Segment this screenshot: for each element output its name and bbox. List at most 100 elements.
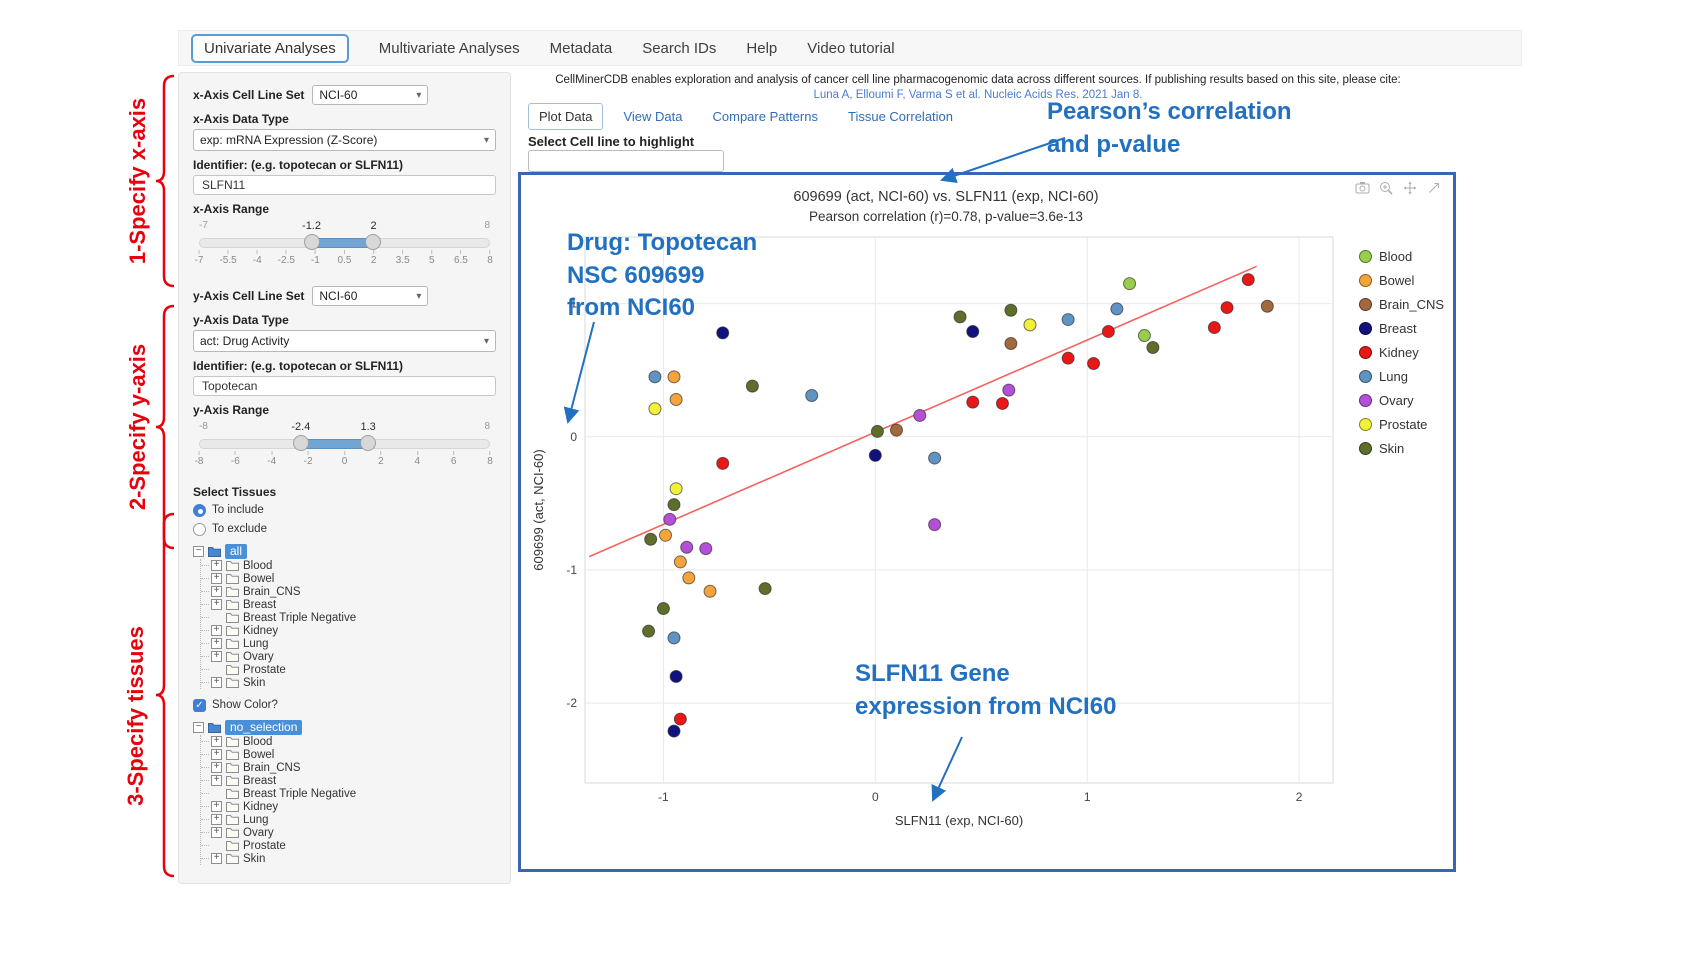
point-breast[interactable] <box>670 670 682 682</box>
x-cell-line-set-select[interactable]: NCI-60 ▾ <box>312 85 428 105</box>
nav-tab-video-tutorial[interactable]: Video tutorial <box>807 40 894 57</box>
expand-icon[interactable]: + <box>211 599 222 610</box>
tree-item-skin[interactable]: +Skin <box>201 852 496 865</box>
expand-icon[interactable]: + <box>211 749 222 760</box>
collapse-icon[interactable]: − <box>193 722 204 733</box>
tree-item-kidney[interactable]: +Kidney <box>201 624 496 637</box>
slider-handle-high[interactable] <box>360 435 376 451</box>
tab-tissue-correlation[interactable]: Tissue Correlation <box>838 104 963 129</box>
tree-item-blood[interactable]: +Blood <box>201 559 496 572</box>
autoscale-icon[interactable] <box>1427 181 1443 197</box>
point-bowel[interactable] <box>674 556 686 568</box>
point-breast[interactable] <box>967 326 979 338</box>
expand-icon[interactable]: + <box>211 677 222 688</box>
tab-plot-data[interactable]: Plot Data <box>528 103 603 130</box>
camera-icon[interactable] <box>1355 181 1371 197</box>
y-cell-line-set-select[interactable]: NCI-60 ▾ <box>312 286 428 306</box>
pan-icon[interactable] <box>1403 181 1419 197</box>
point-ovary[interactable] <box>681 541 693 553</box>
tree-item-skin[interactable]: +Skin <box>201 676 496 689</box>
legend-item-lung[interactable]: Lung <box>1359 369 1444 384</box>
point-prostate[interactable] <box>649 403 661 415</box>
point-kidney[interactable] <box>1102 326 1114 338</box>
expand-icon[interactable]: + <box>211 801 222 812</box>
slider-handle-high[interactable] <box>365 234 381 250</box>
expand-icon[interactable]: + <box>211 762 222 773</box>
expand-icon[interactable]: + <box>211 814 222 825</box>
expand-icon[interactable]: + <box>211 586 222 597</box>
zoom-in-icon[interactable] <box>1379 181 1395 197</box>
radio-to-include[interactable]: To include <box>193 502 496 518</box>
expand-icon[interactable]: + <box>211 625 222 636</box>
tree-item-ovary[interactable]: +Ovary <box>201 826 496 839</box>
y-identifier-input[interactable] <box>193 376 496 396</box>
point-kidney[interactable] <box>1062 352 1074 364</box>
expand-icon[interactable]: + <box>211 827 222 838</box>
expand-icon[interactable]: + <box>211 638 222 649</box>
point-blood[interactable] <box>1138 330 1150 342</box>
tree-item-breast[interactable]: +Breast <box>201 774 496 787</box>
point-kidney[interactable] <box>996 397 1008 409</box>
nav-tab-help[interactable]: Help <box>746 40 777 57</box>
point-brain-cns[interactable] <box>890 424 902 436</box>
point-lung[interactable] <box>668 632 680 644</box>
tree-item-bowel[interactable]: +Bowel <box>201 748 496 761</box>
point-skin[interactable] <box>759 583 771 595</box>
legend-item-blood[interactable]: Blood <box>1359 249 1444 264</box>
point-ovary[interactable] <box>664 513 676 525</box>
show-color-checkbox[interactable]: ✓ Show Color? <box>193 697 496 713</box>
tree-item-prostate[interactable]: Prostate <box>201 839 496 852</box>
point-lung[interactable] <box>1062 314 1074 326</box>
tree-item-brain-cns[interactable]: +Brain_CNS <box>201 761 496 774</box>
point-skin[interactable] <box>668 499 680 511</box>
point-ovary[interactable] <box>1003 384 1015 396</box>
expand-icon[interactable]: + <box>211 573 222 584</box>
legend-item-skin[interactable]: Skin <box>1359 441 1444 456</box>
point-prostate[interactable] <box>1024 319 1036 331</box>
tree-item-prostate[interactable]: Prostate <box>201 663 496 676</box>
point-kidney[interactable] <box>1242 274 1254 286</box>
point-lung[interactable] <box>649 371 661 383</box>
point-skin[interactable] <box>871 425 883 437</box>
expand-icon[interactable]: + <box>211 775 222 786</box>
citation-link[interactable]: Luna A, Elloumi F, Varma S et al. Nuclei… <box>528 89 1428 101</box>
tree-item-breast-triple-negative[interactable]: Breast Triple Negative <box>201 787 496 800</box>
legend-item-kidney[interactable]: Kidney <box>1359 345 1444 360</box>
point-ovary[interactable] <box>929 519 941 531</box>
legend-item-breast[interactable]: Breast <box>1359 321 1444 336</box>
legend-item-prostate[interactable]: Prostate <box>1359 417 1444 432</box>
tree-item-breast-triple-negative[interactable]: Breast Triple Negative <box>201 611 496 624</box>
expand-icon[interactable]: + <box>211 853 222 864</box>
point-brain-cns[interactable] <box>1005 338 1017 350</box>
x-range-slider[interactable]: -78-1.22-7-5.5-4-2.5-10.523.556.58 <box>199 220 490 272</box>
y-data-type-select[interactable]: act: Drug Activity ▾ <box>193 330 496 352</box>
point-lung[interactable] <box>929 452 941 464</box>
expand-icon[interactable]: + <box>211 560 222 571</box>
tree-item-ovary[interactable]: +Ovary <box>201 650 496 663</box>
tree-item-kidney[interactable]: +Kidney <box>201 800 496 813</box>
point-ovary[interactable] <box>914 409 926 421</box>
point-kidney[interactable] <box>717 457 729 469</box>
tree-item-lung[interactable]: +Lung <box>201 813 496 826</box>
legend-item-ovary[interactable]: Ovary <box>1359 393 1444 408</box>
point-skin[interactable] <box>1005 304 1017 316</box>
highlight-input[interactable] <box>528 150 724 172</box>
nav-tab-multivariate-analyses[interactable]: Multivariate Analyses <box>379 40 520 57</box>
tab-view-data[interactable]: View Data <box>613 104 692 129</box>
point-lung[interactable] <box>806 389 818 401</box>
expand-icon[interactable]: + <box>211 736 222 747</box>
point-bowel[interactable] <box>670 393 682 405</box>
point-skin[interactable] <box>746 380 758 392</box>
point-kidney[interactable] <box>1221 302 1233 314</box>
slider-handle-low[interactable] <box>293 435 309 451</box>
point-skin[interactable] <box>954 311 966 323</box>
slider-handle-low[interactable] <box>304 234 320 250</box>
point-breast[interactable] <box>668 725 680 737</box>
radio-to-exclude[interactable]: To exclude <box>193 521 496 537</box>
nav-tab-metadata[interactable]: Metadata <box>550 40 613 57</box>
tree-item-breast[interactable]: +Breast <box>201 598 496 611</box>
point-kidney[interactable] <box>1088 358 1100 370</box>
point-kidney[interactable] <box>967 396 979 408</box>
tree-item-lung[interactable]: +Lung <box>201 637 496 650</box>
point-kidney[interactable] <box>1208 322 1220 334</box>
